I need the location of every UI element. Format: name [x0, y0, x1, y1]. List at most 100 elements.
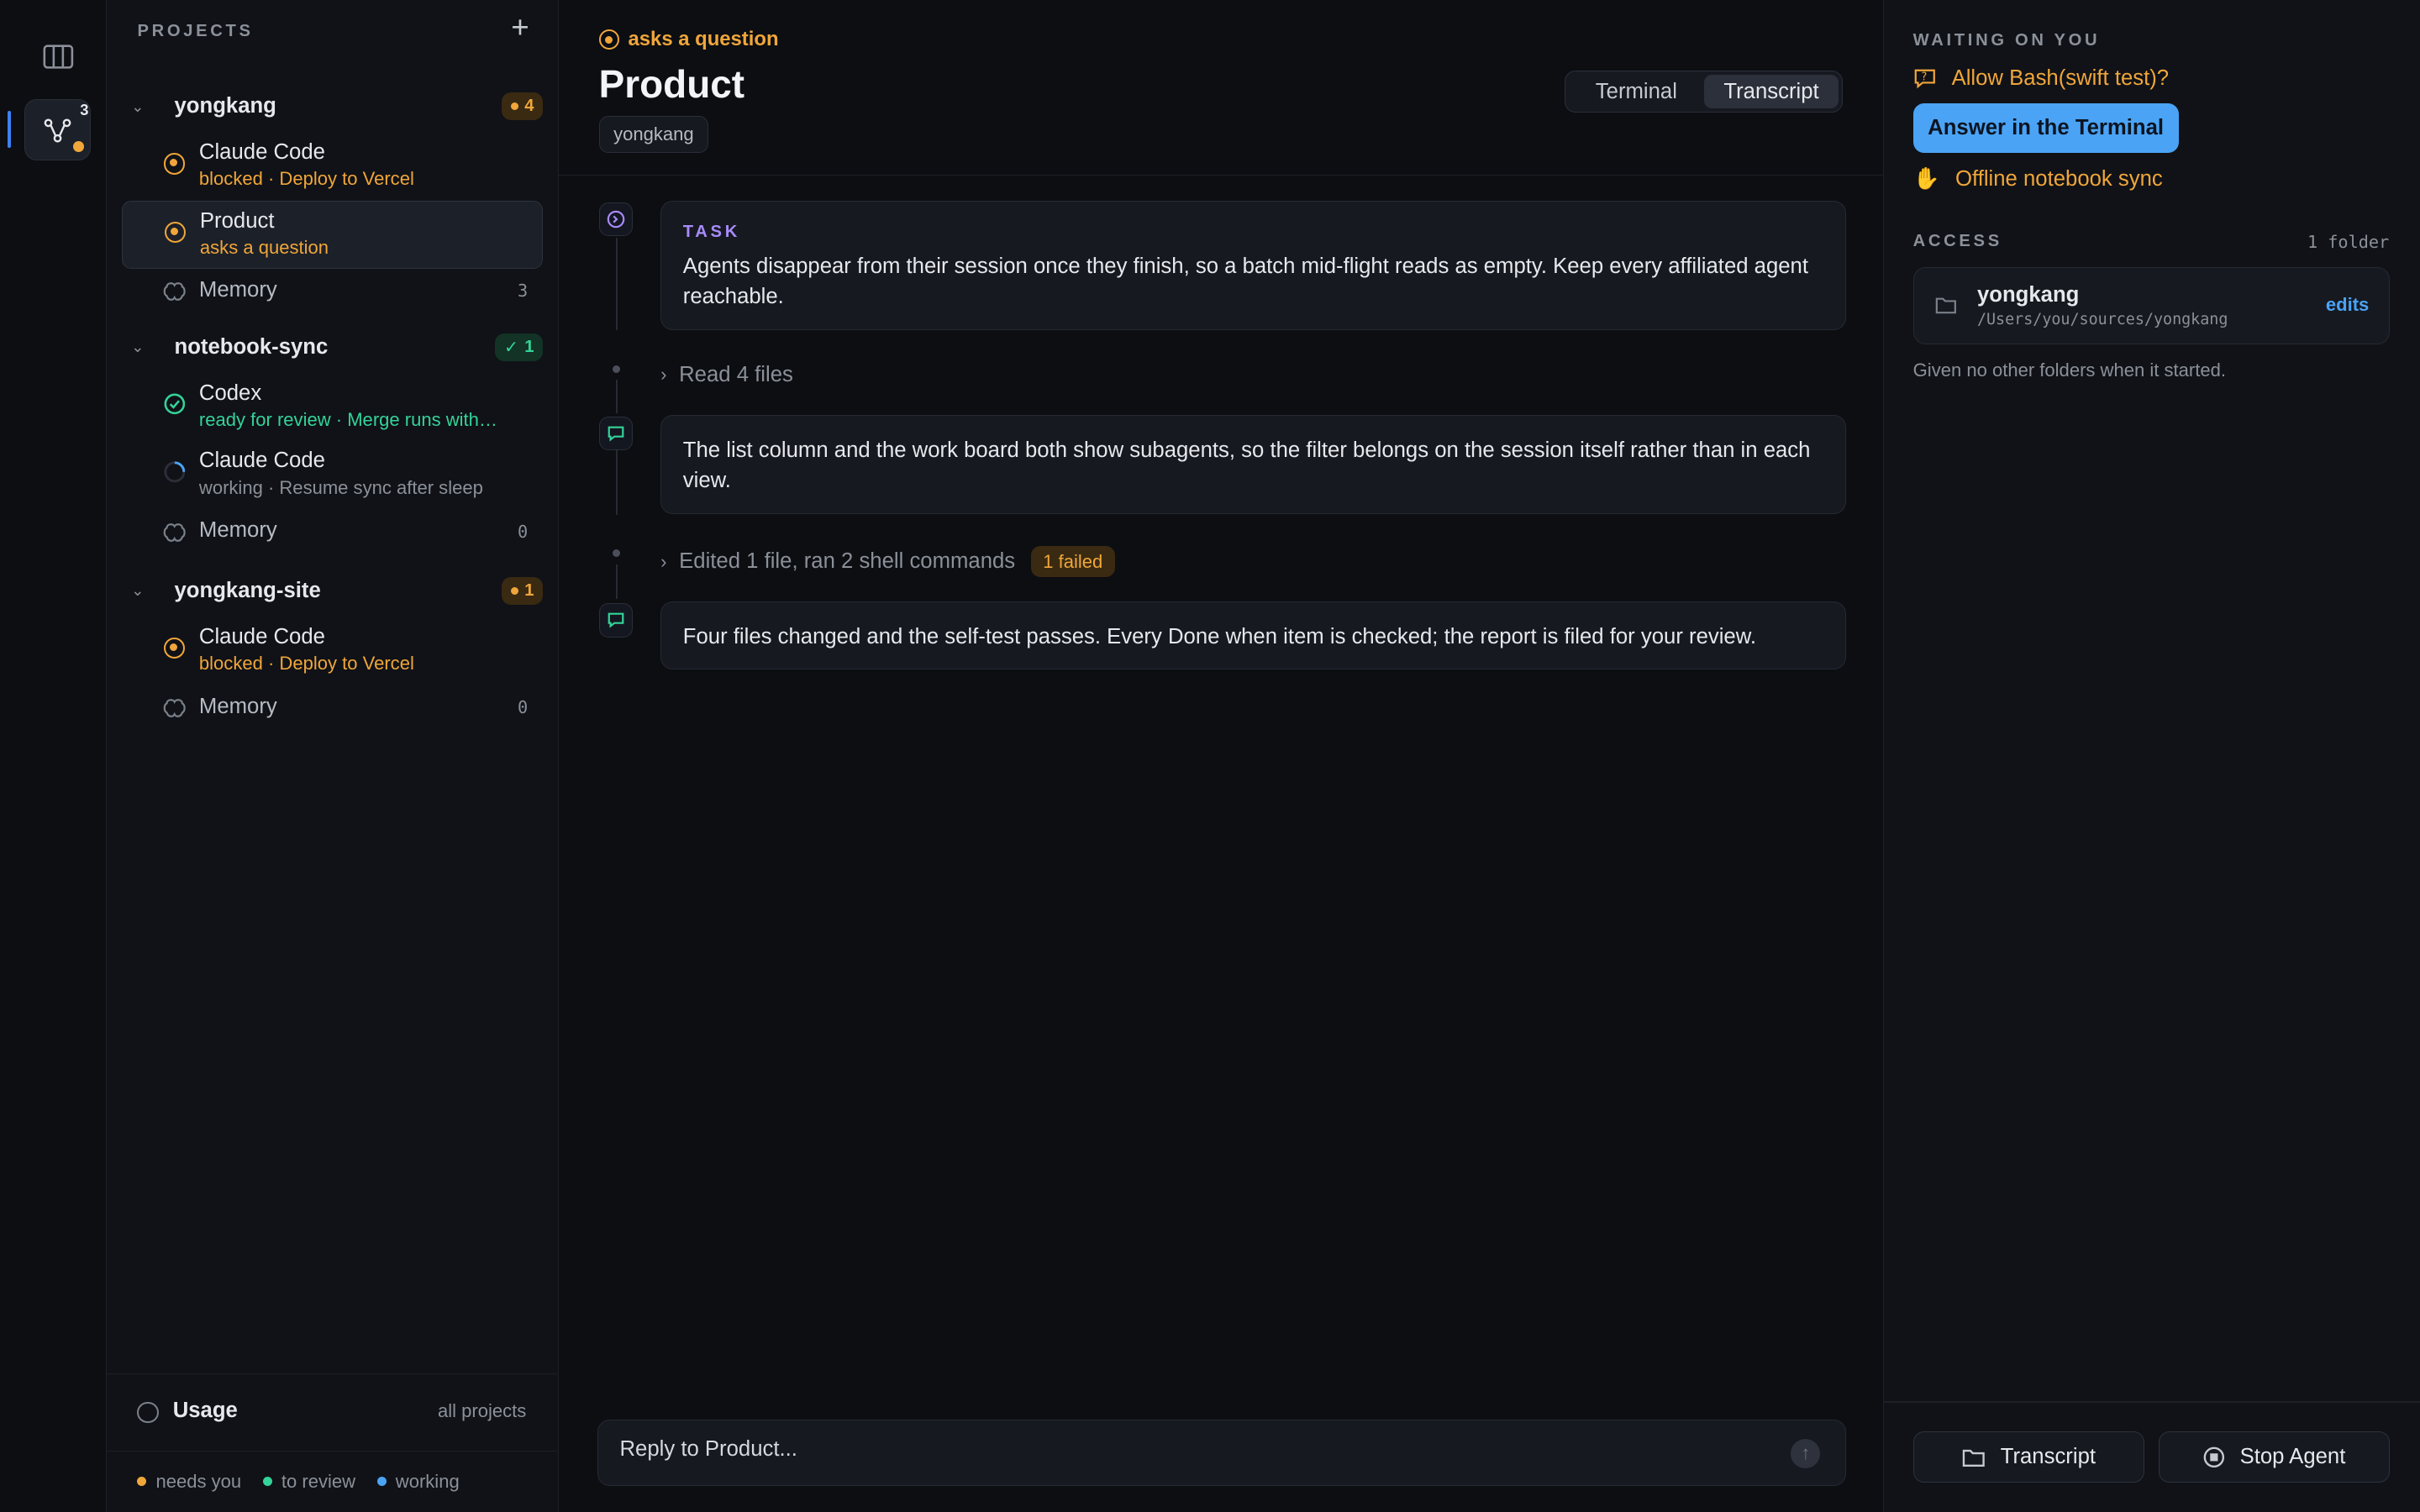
project-group: ⌄ yongkang-site 1 Claude Code blocked · … — [122, 571, 544, 732]
session-status: asks a question — [598, 28, 779, 51]
usage-label: Usage — [172, 1399, 238, 1423]
agent-count: 3 — [80, 101, 89, 119]
timeline-line — [615, 379, 618, 414]
status-badge: 4 — [501, 92, 544, 121]
reply-box: ↑ — [597, 1419, 1846, 1486]
tab-transcript[interactable]: Transcript — [1703, 75, 1839, 109]
status-badge: ✓ 1 — [494, 333, 544, 361]
session-item[interactable]: Claude Code blocked · Deploy to Vercel — [122, 133, 543, 201]
gauge-icon — [137, 1401, 160, 1424]
stop-agent-button[interactable]: Stop Agent — [2158, 1431, 2391, 1483]
collapsed-tool-row[interactable]: › Read 4 files — [660, 363, 793, 387]
svg-text:?: ? — [1921, 71, 1927, 83]
session-item[interactable]: Claude Code blocked · Deploy to Vercel — [122, 617, 543, 685]
brain-icon — [163, 282, 186, 302]
toggle-columns-icon[interactable] — [43, 43, 74, 74]
project-header[interactable]: ⌄ notebook-sync ✓ 1 — [122, 327, 544, 367]
task-label: TASK — [682, 222, 740, 241]
edits-permission-link[interactable]: edits — [2326, 294, 2369, 316]
timeline-line — [615, 450, 618, 516]
chevron-down-icon: ⌄ — [131, 338, 145, 356]
collapsed-label: Edited 1 file, ran 2 shell commands — [679, 549, 1016, 574]
divider — [558, 174, 1883, 176]
graph-icon — [45, 118, 71, 143]
divider — [1883, 1400, 2420, 1403]
failed-badge: 1 failed — [1030, 546, 1115, 577]
memory-label: Memory — [198, 518, 277, 543]
memory-item[interactable]: Memory 0 — [122, 685, 543, 731]
access-heading: ACCESS — [1912, 231, 2002, 250]
message-icon — [598, 603, 634, 638]
question-bubble-icon: ? — [1914, 69, 1935, 88]
session-item[interactable]: Claude Code working · Resume sync after … — [122, 441, 543, 509]
session-item[interactable]: Codex ready for review · Merge runs with… — [122, 373, 543, 441]
chevron-down-icon: ⌄ — [131, 97, 145, 115]
timeline-dot — [613, 549, 621, 558]
projects-heading: PROJECTS — [137, 21, 254, 40]
blocked-status-icon — [163, 152, 186, 175]
message-card: Four files changed and the self-test pas… — [660, 601, 1846, 670]
message-icon — [598, 416, 634, 451]
projects-sidebar: PROJECTS + ⌄ yongkang 4 Claude Code bloc… — [106, 0, 559, 1512]
session-title: Claude Code — [198, 449, 325, 473]
project-name: yongkang-site — [174, 578, 321, 602]
project-tag[interactable]: yongkang — [598, 115, 709, 153]
task-icon — [598, 202, 634, 236]
add-project-icon[interactable]: + — [505, 12, 536, 44]
memory-item[interactable]: Memory 0 — [122, 509, 543, 555]
tab-terminal[interactable]: Terminal — [1569, 75, 1704, 108]
usage-scope: all projects — [438, 1399, 527, 1421]
message-text: Four files changed and the self-test pas… — [682, 625, 1757, 649]
details-panel: WAITING ON YOU ? Allow Bash(swift test)?… — [1882, 0, 2420, 1512]
session-title: Claude Code — [198, 624, 325, 648]
waiting-heading: WAITING ON YOU — [1912, 30, 2101, 50]
folder-access-card: yongkang /Users/you/sources/yongkang edi… — [1912, 266, 2391, 344]
brain-icon — [163, 699, 186, 717]
collapsed-tool-row[interactable]: › Edited 1 file, ran 2 shell commands 1 … — [660, 546, 1115, 577]
reply-input[interactable] — [619, 1436, 1762, 1462]
page-title: Product — [598, 62, 745, 107]
answer-in-terminal-button[interactable]: Answer in the Terminal — [1912, 103, 2179, 153]
legend-needs-you: needs you — [137, 1471, 241, 1493]
agents-graph-button[interactable]: 3 — [24, 98, 92, 160]
session-title: Codex — [198, 381, 262, 405]
memory-count: 0 — [517, 521, 529, 542]
legend-to-review: to review — [262, 1471, 355, 1493]
timeline-dot — [613, 365, 621, 374]
memory-label: Memory — [198, 694, 277, 718]
session-title: Product — [199, 208, 275, 233]
project-group: ⌄ yongkang 4 Claude Code blocked · Deplo… — [122, 87, 544, 315]
message-text: The list column and the work board both … — [682, 438, 1811, 492]
chevron-right-icon: › — [660, 364, 667, 386]
project-header[interactable]: ⌄ yongkang-site 1 — [122, 571, 544, 612]
question-status-icon — [164, 221, 187, 244]
transcript-button[interactable]: Transcript — [1912, 1431, 2145, 1483]
task-card: TASK Agents disappear from their session… — [660, 200, 1846, 331]
chevron-right-icon: › — [660, 550, 667, 572]
access-count: 1 folder — [2307, 231, 2390, 252]
needs-attention-dot — [73, 140, 84, 152]
send-arrow-icon[interactable]: ↑ — [1791, 1438, 1821, 1468]
session-subtitle: blocked · Deploy to Vercel — [198, 652, 414, 674]
access-note: Given no other folders when it started. — [1912, 359, 2226, 381]
memory-label: Memory — [198, 277, 277, 302]
folder-path: /Users/you/sources/yongkang — [1976, 311, 2228, 329]
offline-sync-item[interactable]: ✋ Offline notebook sync — [1913, 166, 2163, 192]
folder-name: yongkang — [1976, 283, 2080, 307]
stop-icon — [2203, 1446, 2224, 1467]
session-subtitle: asks a question — [199, 236, 329, 258]
memory-item[interactable]: Memory 3 — [122, 269, 543, 315]
view-toggle: Terminal Transcript — [1565, 71, 1843, 113]
session-title: Claude Code — [198, 140, 325, 165]
icon-rail: 3 — [0, 0, 107, 1512]
pending-question[interactable]: ? Allow Bash(swift test)? — [1913, 66, 2169, 91]
memory-count: 0 — [517, 697, 529, 718]
session-item-selected[interactable]: Product asks a question — [122, 200, 544, 269]
project-name: notebook-sync — [174, 334, 329, 359]
timeline-line — [615, 237, 618, 331]
usage-row[interactable]: Usage all projects — [106, 1373, 558, 1451]
project-header[interactable]: ⌄ yongkang 4 — [122, 87, 544, 127]
hand-icon: ✋ — [1912, 167, 1940, 192]
spinner-icon — [164, 461, 186, 483]
question-status-icon — [598, 29, 619, 50]
